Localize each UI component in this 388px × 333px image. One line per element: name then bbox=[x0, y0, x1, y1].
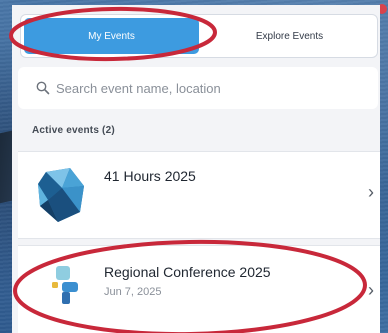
event-title: 41 Hours 2025 bbox=[104, 168, 196, 184]
search-icon bbox=[36, 81, 50, 95]
tab-my-events[interactable]: My Events bbox=[24, 18, 199, 54]
event-date: Jun 7, 2025 bbox=[104, 286, 162, 298]
tab-explore-events[interactable]: Explore Events bbox=[202, 15, 377, 57]
event-card[interactable]: Regional Conference 2025 Jun 7, 2025 › bbox=[18, 245, 380, 333]
events-screen: My Events Explore Events Search event na… bbox=[12, 5, 380, 333]
search-input[interactable]: Search event name, location bbox=[56, 81, 221, 96]
event-card[interactable]: 41 Hours 2025 › bbox=[18, 151, 380, 239]
event-thumbnail-logo bbox=[52, 266, 78, 304]
search-field[interactable]: Search event name, location bbox=[18, 67, 378, 109]
section-heading: Active events (2) bbox=[32, 125, 115, 136]
chevron-right-icon: › bbox=[368, 182, 374, 202]
event-title: Regional Conference 2025 bbox=[104, 264, 271, 280]
event-thumbnail-crystal bbox=[38, 168, 84, 222]
chevron-right-icon: › bbox=[368, 280, 374, 300]
events-segmented-control: My Events Explore Events bbox=[20, 14, 378, 58]
